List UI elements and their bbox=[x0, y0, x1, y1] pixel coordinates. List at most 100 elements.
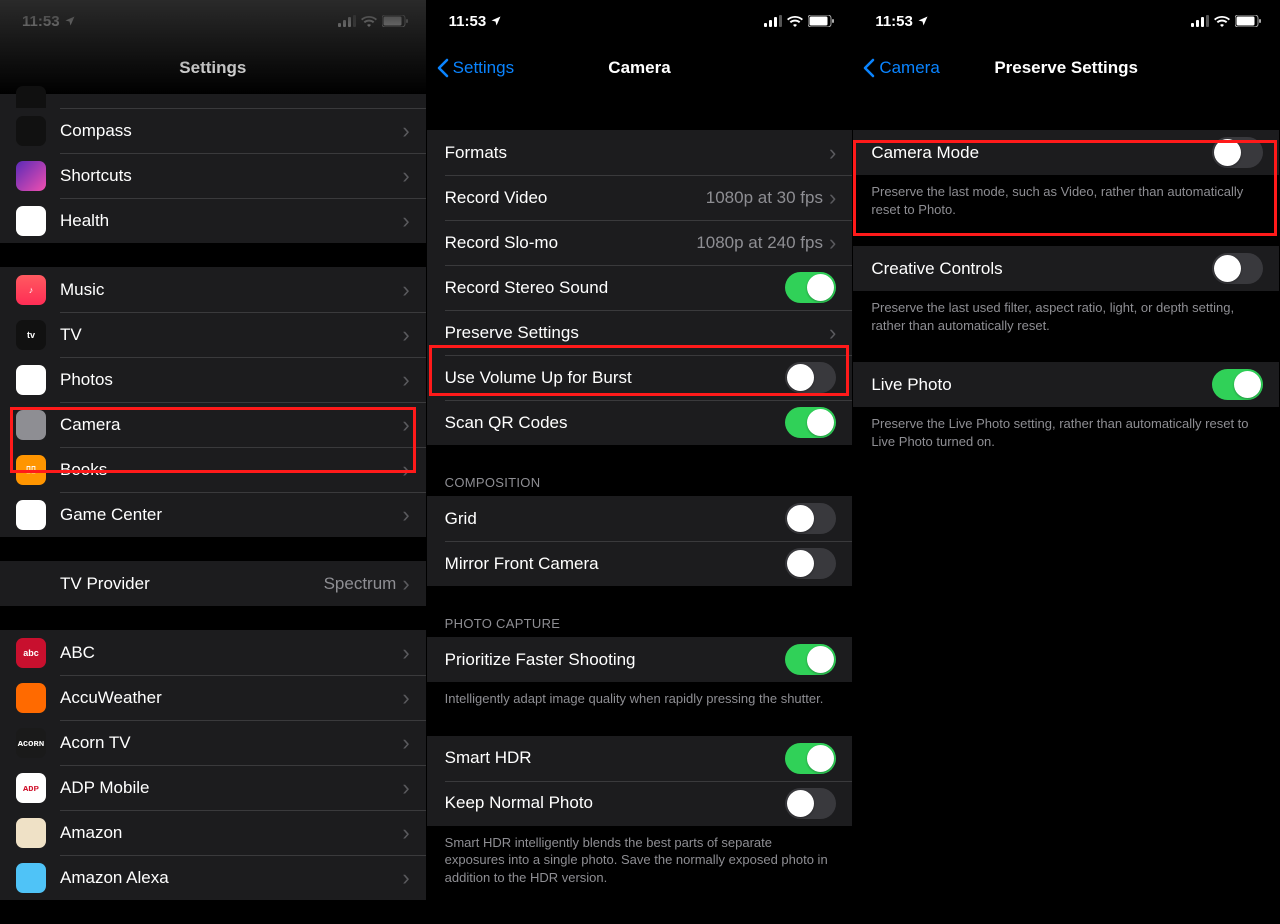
settings-row-photos[interactable]: Photos› bbox=[0, 357, 426, 402]
status-right bbox=[764, 15, 834, 27]
settings-row-tv[interactable]: tv TV› bbox=[0, 312, 426, 357]
row-label: Use Volume Up for Burst bbox=[445, 368, 786, 388]
row-detail: 1080p at 240 fps bbox=[696, 233, 823, 253]
page-title: Camera bbox=[608, 58, 670, 78]
row-label: Health bbox=[60, 211, 402, 231]
wifi-icon bbox=[361, 15, 377, 27]
settings-row-partial[interactable] bbox=[0, 94, 426, 108]
chevron-right-icon: › bbox=[829, 322, 836, 344]
settings-row-accuweather[interactable]: AccuWeather› bbox=[0, 675, 426, 720]
app-icon: tv bbox=[16, 320, 46, 350]
app-icon bbox=[16, 161, 46, 191]
chevron-right-icon: › bbox=[829, 232, 836, 254]
nav-bar: Camera Preserve Settings bbox=[853, 42, 1279, 94]
toggle-switch[interactable] bbox=[785, 407, 836, 438]
back-button[interactable]: Settings bbox=[437, 58, 514, 78]
chevron-right-icon: › bbox=[402, 324, 409, 346]
page-title: Settings bbox=[179, 58, 246, 78]
app-icon bbox=[16, 569, 46, 599]
group-footer: Smart HDR intelligently blends the best … bbox=[427, 826, 853, 891]
cellular-icon bbox=[338, 15, 356, 27]
row-label: Books bbox=[60, 460, 402, 480]
row-detail: 1080p at 30 fps bbox=[706, 188, 823, 208]
status-bar: 11:53 bbox=[427, 0, 853, 42]
toggle-switch[interactable] bbox=[785, 362, 836, 393]
row-label: Mirror Front Camera bbox=[445, 554, 786, 574]
toggle-switch[interactable] bbox=[785, 788, 836, 819]
settings-row-amazon alexa[interactable]: Amazon Alexa› bbox=[0, 855, 426, 900]
chevron-left-icon bbox=[437, 58, 449, 78]
row-label: Compass bbox=[60, 121, 402, 141]
toggle-switch[interactable] bbox=[1212, 253, 1263, 284]
chevron-right-icon: › bbox=[829, 142, 836, 164]
row-label: ABC bbox=[60, 643, 402, 663]
app-icon bbox=[16, 365, 46, 395]
app-icon bbox=[16, 410, 46, 440]
toggle-switch[interactable] bbox=[785, 743, 836, 774]
toggle-switch[interactable] bbox=[1212, 369, 1263, 400]
status-right bbox=[1191, 15, 1261, 27]
row-label: Camera bbox=[60, 415, 402, 435]
toggle-switch[interactable] bbox=[1212, 137, 1263, 168]
settings-row-camera[interactable]: Camera› bbox=[0, 402, 426, 447]
settings-row-game center[interactable]: Game Center› bbox=[0, 492, 426, 537]
app-icon bbox=[16, 500, 46, 530]
row-smart hdr[interactable]: Smart HDR bbox=[427, 736, 853, 781]
row-live photo[interactable]: Live Photo bbox=[853, 362, 1279, 407]
row-mirror front camera[interactable]: Mirror Front Camera bbox=[427, 541, 853, 586]
back-button[interactable]: Camera bbox=[863, 58, 939, 78]
toggle-switch[interactable] bbox=[785, 548, 836, 579]
settings-row-acorn tv[interactable]: ᴀᴄᴏʀɴAcorn TV› bbox=[0, 720, 426, 765]
row-record slo-mo[interactable]: Record Slo-mo1080p at 240 fps› bbox=[427, 220, 853, 265]
nav-bar: Settings Camera bbox=[427, 42, 853, 94]
battery-icon bbox=[808, 15, 834, 27]
settings-row-adp mobile[interactable]: ᴀᴅᴘADP Mobile› bbox=[0, 765, 426, 810]
preserve-settings-list[interactable]: Camera ModePreserve the last mode, such … bbox=[853, 130, 1279, 454]
row-prioritize faster shooting[interactable]: Prioritize Faster Shooting bbox=[427, 637, 853, 682]
row-record video[interactable]: Record Video1080p at 30 fps› bbox=[427, 175, 853, 220]
row-preserve settings[interactable]: Preserve Settings› bbox=[427, 310, 853, 355]
app-icon: abc bbox=[16, 638, 46, 668]
row-label: Game Center bbox=[60, 505, 402, 525]
group-header: PHOTO CAPTURE bbox=[427, 610, 853, 637]
camera-settings-list[interactable]: Formats›Record Video1080p at 30 fps›Reco… bbox=[427, 130, 853, 890]
app-icon bbox=[16, 206, 46, 236]
settings-row-compass[interactable]: Compass› bbox=[0, 108, 426, 153]
row-keep normal photo[interactable]: Keep Normal Photo bbox=[427, 781, 853, 826]
settings-row-music[interactable]: ♪Music› bbox=[0, 267, 426, 312]
settings-row-amazon[interactable]: Amazon› bbox=[0, 810, 426, 855]
row-grid[interactable]: Grid bbox=[427, 496, 853, 541]
row-record stereo sound[interactable]: Record Stereo Sound bbox=[427, 265, 853, 310]
app-icon bbox=[16, 683, 46, 713]
row-label: ADP Mobile bbox=[60, 778, 402, 798]
chevron-right-icon: › bbox=[402, 732, 409, 754]
row-label: Keep Normal Photo bbox=[445, 793, 786, 813]
row-camera mode[interactable]: Camera Mode bbox=[853, 130, 1279, 175]
settings-row-books[interactable]: ▯▯Books› bbox=[0, 447, 426, 492]
settings-row-shortcuts[interactable]: Shortcuts› bbox=[0, 153, 426, 198]
app-icon: ᴀᴅᴘ bbox=[16, 773, 46, 803]
row-use volume up for burst[interactable]: Use Volume Up for Burst bbox=[427, 355, 853, 400]
row-scan qr codes[interactable]: Scan QR Codes bbox=[427, 400, 853, 445]
toggle-switch[interactable] bbox=[785, 272, 836, 303]
cellular-icon bbox=[1191, 15, 1209, 27]
row-formats[interactable]: Formats› bbox=[427, 130, 853, 175]
settings-row-tv provider[interactable]: TV ProviderSpectrum› bbox=[0, 561, 426, 606]
chevron-right-icon: › bbox=[829, 187, 836, 209]
row-label: TV bbox=[60, 325, 402, 345]
row-creative controls[interactable]: Creative Controls bbox=[853, 246, 1279, 291]
settings-row-health[interactable]: Health› bbox=[0, 198, 426, 243]
row-label: Creative Controls bbox=[871, 259, 1212, 279]
settings-list[interactable]: Compass›Shortcuts›Health›♪Music›tvTV›Pho… bbox=[0, 94, 426, 900]
location-arrow-icon bbox=[490, 15, 502, 27]
chevron-right-icon: › bbox=[402, 459, 409, 481]
settings-row-abc[interactable]: abcABC› bbox=[0, 630, 426, 675]
group-footer: Preserve the last used filter, aspect ra… bbox=[853, 291, 1279, 338]
chevron-right-icon: › bbox=[402, 414, 409, 436]
toggle-switch[interactable] bbox=[785, 503, 836, 534]
toggle-switch[interactable] bbox=[785, 644, 836, 675]
row-label: Photos bbox=[60, 370, 402, 390]
camera-screen: 11:53 Settings Camera Formats›Record Vid… bbox=[427, 0, 854, 924]
back-label: Settings bbox=[453, 58, 514, 78]
chevron-right-icon: › bbox=[402, 504, 409, 526]
